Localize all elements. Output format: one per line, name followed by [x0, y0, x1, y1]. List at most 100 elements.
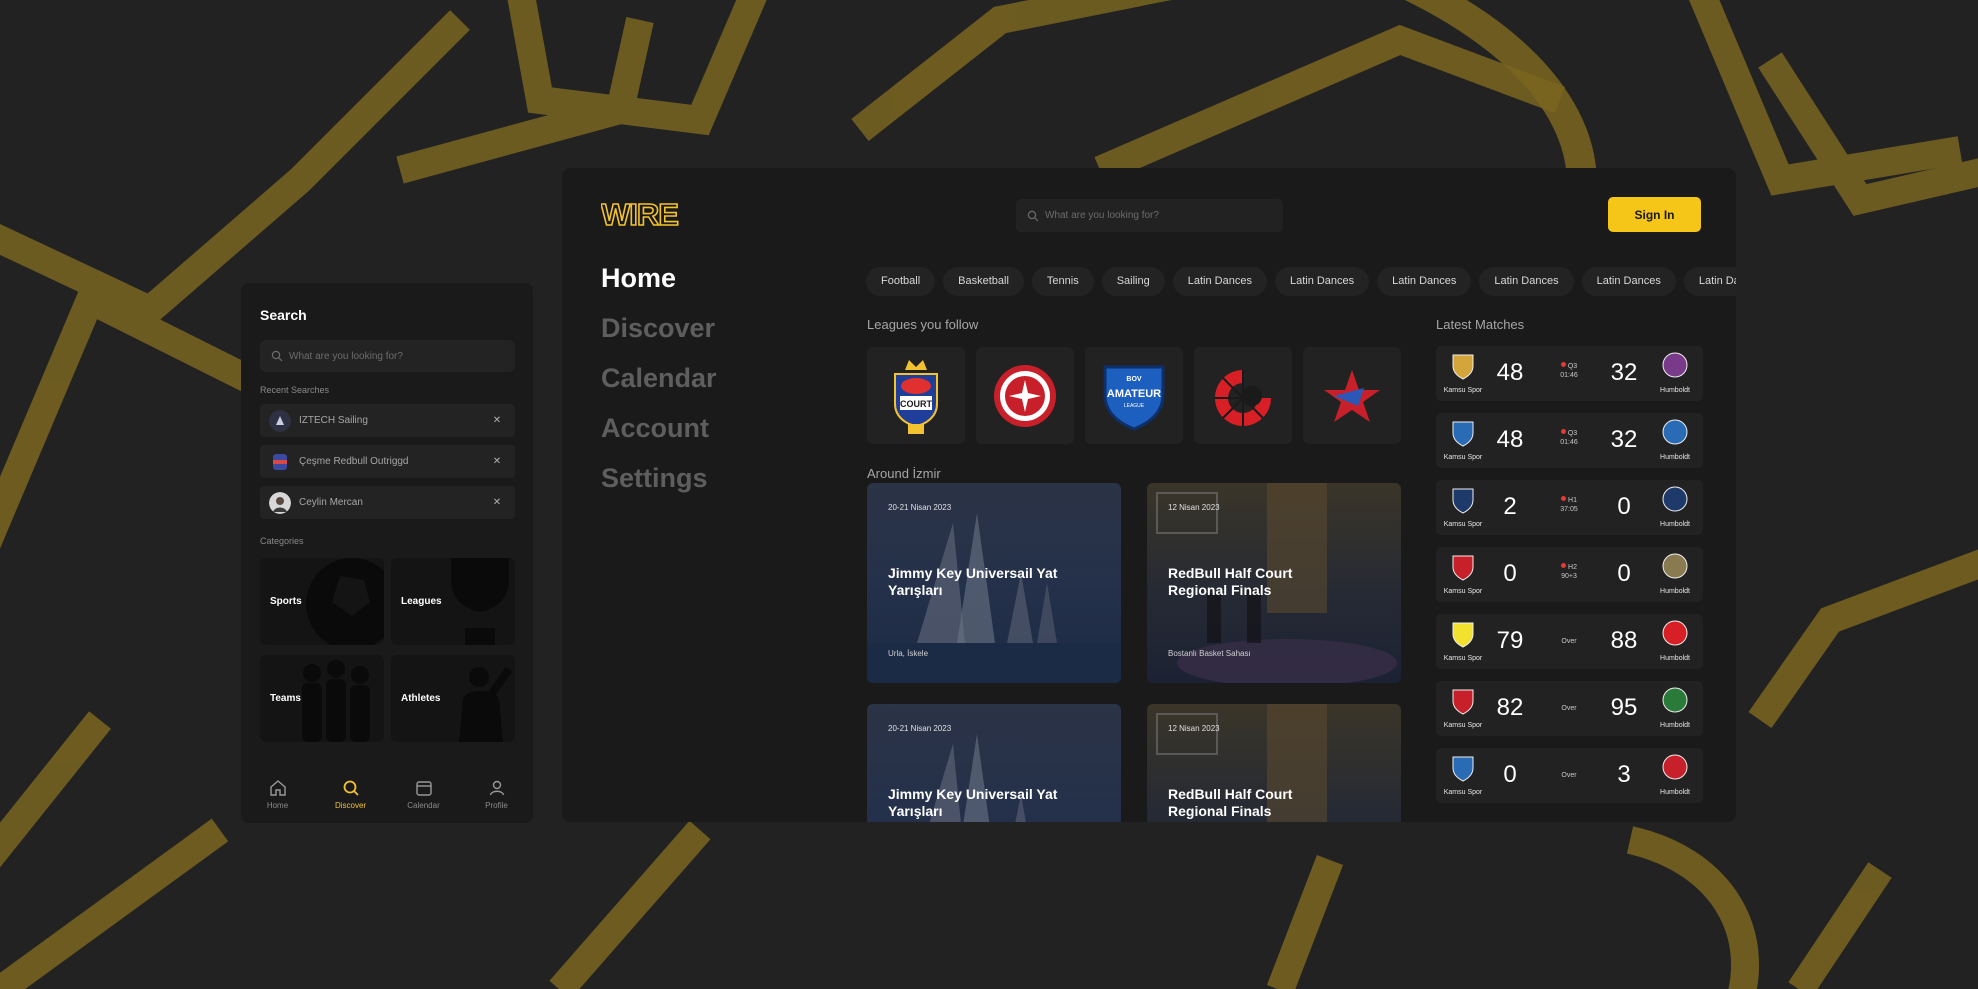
match-row[interactable]: Kamsu Spor 48 Q3 01:46 32 Humboldt	[1436, 346, 1703, 401]
chip-latin-dances[interactable]: Latin Dances	[1479, 267, 1574, 296]
event-card[interactable]: 20-21 Nisan 2023 Jimmy Key Universail Ya…	[867, 704, 1121, 822]
match-row[interactable]: Kamsu Spor 0 H2 90+3 0 Humboldt	[1436, 547, 1703, 602]
match-period: H2	[1568, 564, 1577, 571]
away-team[interactable]: Humboldt	[1648, 754, 1702, 796]
match-status-box: H1 37:05	[1547, 496, 1591, 514]
away-team-name: Humboldt	[1660, 588, 1690, 595]
home-team[interactable]: Kamsu Spor	[1436, 486, 1490, 528]
chip-latin-dances[interactable]: Latin Dances	[1683, 267, 1736, 296]
chip-latin-dances[interactable]: Latin Dances	[1377, 267, 1472, 296]
search-input[interactable]: What are you looking for?	[260, 340, 515, 372]
nav-calendar[interactable]: Calendar	[601, 363, 717, 413]
tab-calendar[interactable]: Calendar	[387, 771, 460, 823]
tab-label: Profile	[485, 801, 508, 810]
home-team-name: Kamsu Spor	[1443, 454, 1483, 461]
event-date: 12 Nisan 2023	[1168, 724, 1220, 733]
chip-tennis[interactable]: Tennis	[1031, 267, 1094, 296]
away-team[interactable]: Humboldt	[1648, 352, 1702, 394]
away-team[interactable]: Humboldt	[1648, 553, 1702, 595]
match-row[interactable]: Kamsu Spor 2 H1 37:05 0 Humboldt	[1436, 480, 1703, 535]
away-score: 95	[1610, 694, 1638, 721]
match-row[interactable]: Kamsu Spor 79 Over 88 Humboldt	[1436, 614, 1703, 669]
home-team-name: Kamsu Spor	[1443, 588, 1483, 595]
category-label: Leagues	[401, 596, 442, 607]
tab-home[interactable]: Home	[241, 771, 314, 823]
home-team-name: Kamsu Spor	[1443, 655, 1483, 662]
tab-label: Calendar	[407, 801, 440, 810]
match-status-box: Q3 01:46	[1547, 362, 1591, 380]
chip-basketball[interactable]: Basketball	[943, 267, 1024, 296]
chip-latin-dances[interactable]: Latin Dances	[1581, 267, 1676, 296]
away-team[interactable]: Humboldt	[1648, 486, 1702, 528]
category-leagues[interactable]: Leagues	[391, 558, 515, 645]
category-teams[interactable]: Teams	[260, 655, 384, 742]
event-location: Urla, İskele	[888, 649, 929, 658]
home-team[interactable]: Kamsu Spor	[1436, 687, 1490, 729]
search-input[interactable]: What are you looking for?	[1016, 199, 1283, 232]
recent-search-item[interactable]: Çeşme Redbull Outriggd ✕	[260, 445, 515, 478]
home-score: 2	[1503, 493, 1517, 520]
home-icon	[269, 780, 286, 796]
home-team[interactable]: Kamsu Spor	[1436, 553, 1490, 595]
league-card[interactable]	[976, 347, 1074, 444]
sign-in-button[interactable]: Sign In	[1608, 197, 1701, 232]
wire-logo[interactable]: WIRE	[601, 198, 691, 230]
event-card[interactable]: 20-21 Nisan 2023 Jimmy Key Universail Ya…	[867, 483, 1121, 683]
away-team[interactable]: Humboldt	[1648, 687, 1702, 729]
recent-search-item[interactable]: Ceylin Mercan ✕	[260, 486, 515, 519]
away-score: 32	[1610, 359, 1638, 386]
event-card[interactable]: 12 Nisan 2023 RedBull Half Court Regiona…	[1147, 483, 1401, 683]
home-team[interactable]: Kamsu Spor	[1436, 620, 1490, 662]
chip-sailing[interactable]: Sailing	[1101, 267, 1165, 296]
nav-discover[interactable]: Discover	[601, 313, 717, 363]
leagues-section-title: Leagues you follow	[867, 317, 979, 332]
home-score: 79	[1496, 627, 1524, 654]
home-team[interactable]: Kamsu Spor	[1436, 419, 1490, 461]
union-crest-icon	[1452, 488, 1474, 514]
chip-latin-dances[interactable]: Latin Dances	[1172, 267, 1267, 296]
league-card[interactable]	[1194, 347, 1292, 444]
event-title: Jimmy Key Universail Yat Yarışları	[888, 786, 1058, 819]
match-status-box: H2 90+3	[1547, 563, 1591, 581]
close-icon[interactable]: ✕	[488, 456, 506, 467]
match-period: Q3	[1567, 363, 1578, 370]
away-team[interactable]: Humboldt	[1648, 620, 1702, 662]
close-icon[interactable]: ✕	[488, 415, 506, 426]
nav-settings[interactable]: Settings	[601, 463, 717, 513]
redbull-half-court-logo: COURT	[894, 359, 938, 434]
event-card[interactable]: 12 Nisan 2023 RedBull Half Court Regiona…	[1147, 704, 1401, 822]
category-sports[interactable]: Sports	[260, 558, 384, 645]
home-team-name: Kamsu Spor	[1443, 722, 1483, 729]
away-team-name: Humboldt	[1660, 521, 1690, 528]
close-icon[interactable]: ✕	[488, 497, 506, 508]
match-row[interactable]: Kamsu Spor 82 Over 95 Humboldt	[1436, 681, 1703, 736]
titans-icon	[1452, 421, 1474, 447]
away-team-name: Humboldt	[1660, 387, 1690, 394]
amateur-league-logo: BOV AMATEUR LEAGUE	[1103, 365, 1165, 431]
match-row[interactable]: Kamsu Spor 0 Over 3 Humboldt	[1436, 748, 1703, 803]
nav-home[interactable]: Home	[601, 263, 717, 313]
quakes-icon	[1662, 486, 1688, 512]
league-card[interactable]: BOV AMATEUR LEAGUE	[1085, 347, 1183, 444]
league-badge-bottom: LEAGUE	[1124, 403, 1145, 409]
league-card[interactable]: COURT	[867, 347, 965, 444]
category-athletes[interactable]: Athletes	[391, 655, 515, 742]
away-team-name: Humboldt	[1660, 789, 1690, 796]
league-card[interactable]	[1303, 347, 1401, 444]
event-date: 12 Nisan 2023	[1168, 503, 1220, 512]
red-swirl-logo	[1215, 369, 1271, 426]
categories-label: Categories	[260, 536, 304, 546]
chip-football[interactable]: Football	[866, 267, 936, 296]
home-team[interactable]: Kamsu Spor	[1436, 754, 1490, 796]
tab-discover[interactable]: Discover	[314, 771, 387, 823]
mobile-search-screen: Search What are you looking for? Recent …	[241, 283, 533, 823]
match-row[interactable]: Kamsu Spor 48 Q3 01:46 32 Humboldt	[1436, 413, 1703, 468]
tab-profile[interactable]: Profile	[460, 771, 533, 823]
home-team[interactable]: Kamsu Spor	[1436, 352, 1490, 394]
nav-account[interactable]: Account	[601, 413, 717, 463]
recent-search-item[interactable]: IZTECH Sailing ✕	[260, 404, 515, 437]
category-label: Sports	[270, 596, 302, 607]
event-title: RedBull Half Court Regional Finals	[1168, 786, 1293, 819]
chip-latin-dances[interactable]: Latin Dances	[1274, 267, 1370, 296]
away-team[interactable]: Humboldt	[1648, 419, 1702, 461]
